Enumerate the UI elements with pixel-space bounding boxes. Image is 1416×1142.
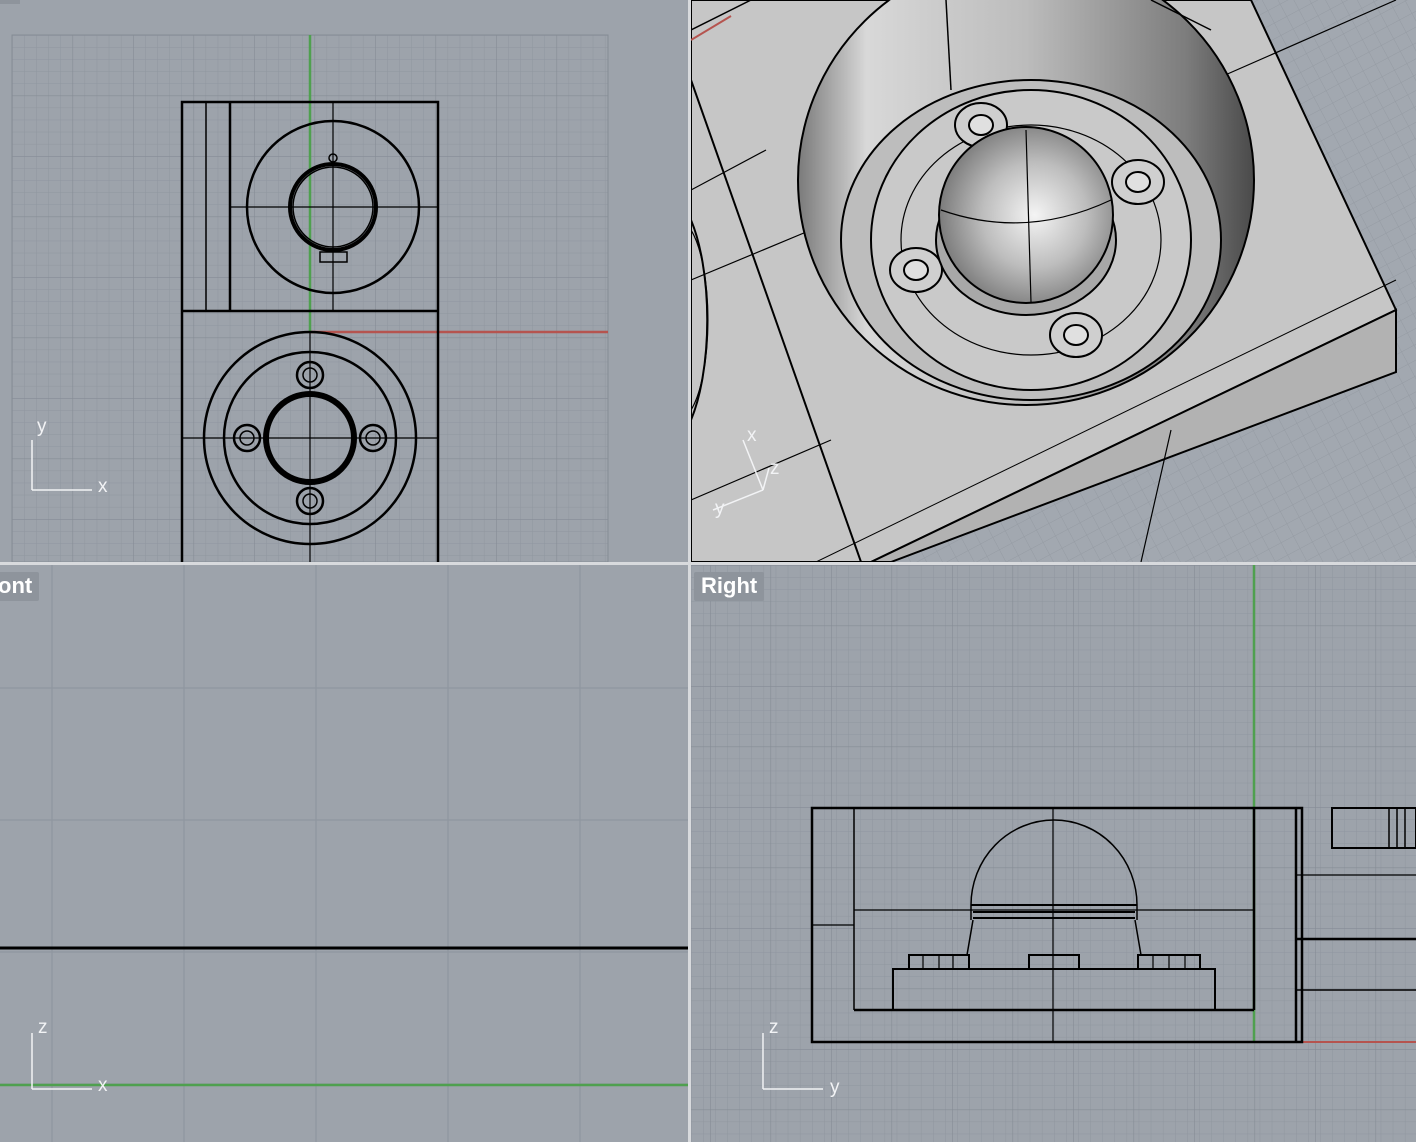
right-axis-y-label: y [830,1077,840,1098]
top-axis-y-label: y [37,416,47,437]
right-axis-z-label: z [769,1017,779,1038]
right-view-drawing[interactable] [691,565,1416,1142]
front-axis-z-label: z [38,1017,48,1038]
top-axis-x-label: x [98,476,108,497]
front-viewport-label[interactable]: ont [0,572,40,601]
front-viewport[interactable]: ont x z [0,565,688,1142]
perspective-view-drawing[interactable] [691,0,1416,562]
perspective-viewport[interactable]: x z y [691,0,1416,562]
front-axis-icon [31,1033,92,1090]
front-axis-x-label: x [98,1075,108,1096]
persp-axis-y-label: y [715,498,725,519]
top-viewport[interactable]: x y [0,0,688,562]
persp-dome [938,126,1114,304]
right-viewport[interactable]: Right y z [691,565,1416,1142]
front-view-drawing[interactable] [0,565,688,1142]
right-viewport-label[interactable]: Right [694,572,765,601]
front-grid [0,565,688,1142]
persp-axis-x-label: x [747,425,757,446]
persp-axis-z-label: z [770,458,780,479]
